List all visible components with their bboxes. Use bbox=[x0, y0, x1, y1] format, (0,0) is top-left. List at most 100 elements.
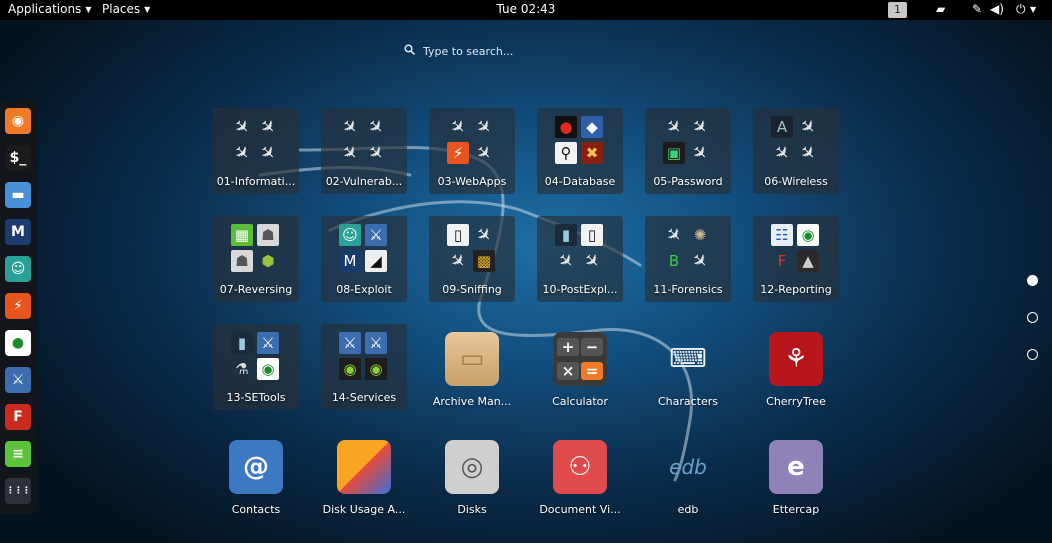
notes-icon[interactable]: ≡ bbox=[5, 441, 31, 467]
volume-icon[interactable]: ◀) bbox=[990, 2, 1004, 16]
document-viewer-icon: ⚇ bbox=[553, 440, 607, 494]
folder-preview: ✈ ✈ ✈ ✈ bbox=[337, 114, 389, 166]
page-indicator-1[interactable] bbox=[1027, 275, 1038, 286]
app-launcher[interactable]: Disk Usage A... bbox=[321, 434, 407, 520]
faraday-icon[interactable]: F bbox=[5, 404, 31, 430]
burp-orange-icon[interactable]: ⚡ bbox=[5, 293, 31, 319]
app-folder[interactable]: ▯ ✈ ✈ ▩ 09-Sniffing bbox=[429, 216, 515, 302]
show-apps-icon[interactable]: ⋮⋮⋮ bbox=[5, 478, 31, 504]
app-launcher[interactable]: ⌨ Characters bbox=[645, 326, 731, 412]
msfpc-icon: ◢ bbox=[365, 250, 387, 272]
burp-icon: ⚡ bbox=[447, 142, 469, 164]
tool-icon: ✈ bbox=[661, 222, 687, 248]
folder-preview: ⚔ ⚔ ◉ ◉ bbox=[339, 332, 389, 382]
folder-preview: ▦ ☗ ☗ ⬢ bbox=[231, 224, 281, 274]
ghidra-icon: ☗ bbox=[231, 250, 253, 272]
app-folder[interactable]: ✈ ✈ ⚡ ✈ 03-WebApps bbox=[429, 108, 515, 194]
tool-icon: ✈ bbox=[687, 248, 713, 274]
app-folder[interactable]: ✈ ✈ ✈ ✈ 02-Vulnerab... bbox=[321, 108, 407, 194]
spider-icon: ✺ bbox=[693, 226, 707, 244]
search-input[interactable] bbox=[423, 44, 603, 58]
beef-icon: ⚔ bbox=[339, 332, 361, 354]
pen-icon[interactable]: ✎ bbox=[972, 2, 982, 16]
folder-label: 11-Forensics bbox=[653, 283, 723, 296]
tool-icon: ✈ bbox=[795, 140, 821, 166]
beef-icon[interactable]: ⚔ bbox=[5, 367, 31, 393]
ettercap-icon: e bbox=[769, 440, 823, 494]
folder-preview: ✈ ✈ ⚡ ✈ bbox=[445, 114, 497, 166]
tool-icon: ✈ bbox=[471, 140, 497, 166]
folder-label: 10-PostExpl... bbox=[542, 283, 618, 296]
app-folder[interactable]: ⚔ ⚔ ◉ ◉ 14-Services bbox=[321, 324, 407, 410]
app-folder[interactable]: ▮ ▯ ✈ ✈ 10-PostExpl... bbox=[537, 216, 623, 302]
calculator-key-icon: + bbox=[557, 338, 579, 356]
terminal-icon[interactable]: $_ bbox=[5, 145, 31, 171]
tool-icon: ✈ bbox=[687, 140, 713, 166]
app-launcher[interactable]: e Ettercap bbox=[753, 434, 839, 520]
app-folder[interactable]: ▮ ⚔ ⚗ ◉ 13-SETools bbox=[213, 324, 299, 410]
page-indicator-3[interactable] bbox=[1027, 349, 1038, 360]
app-folder[interactable]: ● ◆ ⚲ ✖ 04-Database bbox=[537, 108, 623, 194]
folder-label: 04-Database bbox=[544, 175, 616, 188]
folder-label: 05-Password bbox=[653, 175, 723, 188]
tool-icon: ✈ bbox=[471, 222, 497, 248]
metasploit-icon: M bbox=[339, 250, 361, 272]
beef-icon: ⚔ bbox=[257, 332, 279, 354]
faraday-icon: F bbox=[777, 252, 787, 270]
search-bar[interactable] bbox=[404, 44, 603, 58]
search-icon bbox=[404, 44, 416, 58]
maltego-icon: ◉ bbox=[797, 224, 819, 246]
tool-icon: ✈ bbox=[363, 140, 389, 166]
maltego-icon: ◉ bbox=[257, 358, 279, 380]
files-icon[interactable]: ▬ bbox=[5, 182, 31, 208]
calculator-icon: + − × = bbox=[553, 332, 607, 386]
calculator-key-icon: × bbox=[557, 362, 579, 380]
armitage-icon[interactable]: ☺ bbox=[5, 256, 31, 282]
characters-icon: ⌨ bbox=[669, 344, 707, 374]
app-launcher[interactable]: @ Contacts bbox=[213, 434, 299, 520]
app-launcher[interactable]: ▭ Archive Man... bbox=[429, 326, 515, 412]
app-folder[interactable]: A ✈ ✈ ✈ 06-Wireless bbox=[753, 108, 839, 194]
page-indicator-2[interactable] bbox=[1027, 312, 1038, 323]
beef-icon: ⚔ bbox=[365, 332, 387, 354]
door-icon: ▮ bbox=[555, 224, 577, 246]
ghidra-icon: ☗ bbox=[257, 224, 279, 246]
folder-preview: ✈ ✺ B ✈ bbox=[661, 222, 713, 274]
metasploit-icon[interactable]: M bbox=[5, 219, 31, 245]
cherrytree-icon: ⚘ bbox=[769, 332, 823, 386]
maltego-icon[interactable]: ● bbox=[5, 330, 31, 356]
binwalk-icon: B bbox=[668, 252, 680, 270]
app-launcher[interactable]: + − × = Calculator bbox=[537, 326, 623, 412]
archive-manager-icon: ▭ bbox=[445, 332, 499, 386]
armitage-icon: ☺ bbox=[339, 224, 361, 246]
app-folder[interactable]: ✈ ✈ ▣ ✈ 05-Password bbox=[645, 108, 731, 194]
app-folder[interactable]: ✈ ✈ ✈ ✈ 01-Informati... bbox=[213, 108, 299, 194]
sqlmap-icon: ⚲ bbox=[555, 142, 577, 164]
app-folder[interactable]: ✈ ✺ B ✈ 11-Forensics bbox=[645, 216, 731, 302]
app-folder[interactable]: ☷ ◉ F ▲ 12-Reporting bbox=[753, 216, 839, 302]
folder-preview: ✈ ✈ ✈ ✈ bbox=[229, 114, 281, 166]
folder-preview: ☺ ⚔ M ◢ bbox=[339, 224, 389, 274]
top-bar: Applications ▼ Places ▼ Tue 02:43 1 ▰ ✎ … bbox=[0, 0, 1052, 20]
power-icon[interactable]: ⏻ bbox=[1016, 2, 1026, 17]
chevron-down-icon[interactable]: ▼ bbox=[1030, 5, 1036, 14]
app-launcher[interactable]: edb edb bbox=[645, 434, 731, 520]
edb-icon: edb bbox=[669, 455, 707, 479]
folder-label: 14-Services bbox=[331, 391, 397, 404]
app-folder[interactable]: ▦ ☗ ☗ ⬢ 07-Reversing bbox=[213, 216, 299, 302]
burpsuite-icon[interactable]: ◉ bbox=[5, 108, 31, 134]
app-launcher[interactable]: ◎ Disks bbox=[429, 434, 515, 520]
folder-preview: A ✈ ✈ ✈ bbox=[769, 114, 821, 166]
app-launcher[interactable]: ⚇ Document Vi... bbox=[537, 434, 623, 520]
folder-preview: ▯ ✈ ✈ ▩ bbox=[445, 222, 497, 274]
workspace-indicator[interactable]: 1 bbox=[888, 2, 907, 18]
video-camera-icon[interactable]: ▰ bbox=[936, 2, 945, 16]
folder-preview: ● ◆ ⚲ ✖ bbox=[555, 116, 605, 166]
lab-icon: ⚗ bbox=[235, 360, 249, 378]
app-launcher[interactable]: ⚘ CherryTree bbox=[753, 326, 839, 412]
tool-icon: ✈ bbox=[579, 248, 605, 274]
frame-icon: ▯ bbox=[447, 224, 469, 246]
folder-label: 02-Vulnerab... bbox=[325, 175, 403, 188]
app-folder[interactable]: ☺ ⚔ M ◢ 08-Exploit bbox=[321, 216, 407, 302]
folder-preview: ▮ ⚔ ⚗ ◉ bbox=[231, 332, 281, 382]
